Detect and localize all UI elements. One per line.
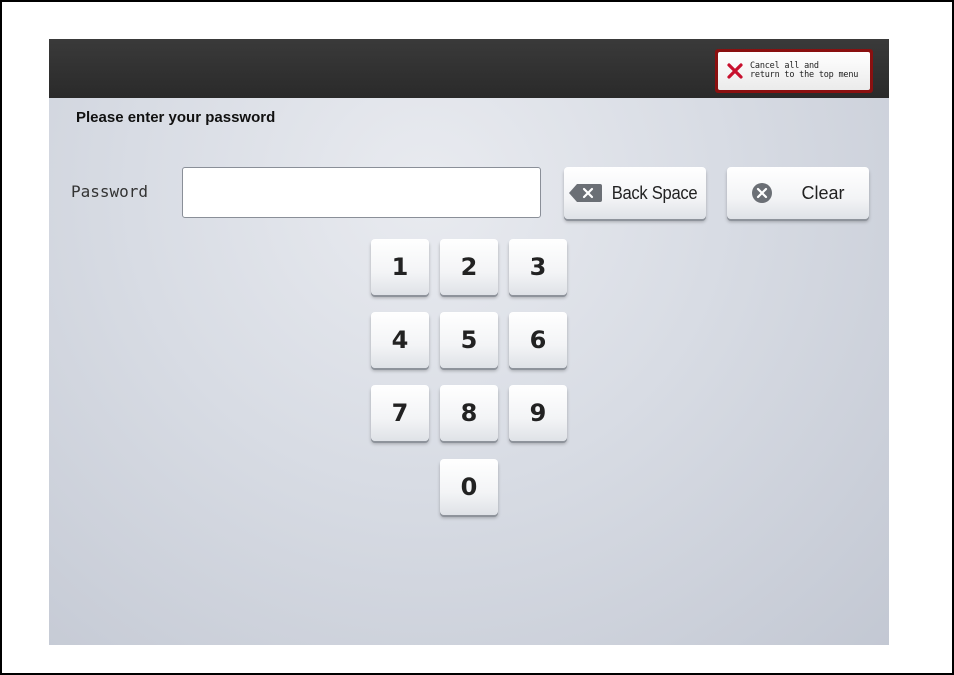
clear-label: Clear (801, 182, 845, 203)
clear-circle-x-icon (752, 183, 773, 203)
keypad-key-8[interactable]: 8 (440, 385, 498, 441)
keypad-key-5[interactable]: 5 (440, 312, 498, 368)
keypad-key-3[interactable]: 3 (509, 239, 567, 295)
clear-button[interactable]: Clear (727, 167, 869, 219)
keypad-key-4[interactable]: 4 (371, 312, 429, 368)
password-label: Password (71, 182, 149, 201)
backspace-button[interactable]: Back Space (564, 167, 706, 219)
keypad-key-1[interactable]: 1 (371, 239, 429, 295)
cancel-all-label: Cancel all and return to the top menu (750, 61, 859, 80)
password-screen: Cancel all and return to the top menu Pl… (49, 39, 889, 645)
keypad-key-0[interactable]: 0 (440, 459, 498, 515)
backspace-label: Back Space (611, 182, 698, 203)
top-bar: Cancel all and return to the top menu (49, 39, 889, 98)
password-input[interactable] (182, 167, 541, 218)
close-x-icon (727, 63, 743, 79)
page-title: Please enter your password (76, 109, 276, 126)
keypad-key-6[interactable]: 6 (509, 312, 567, 368)
keypad-key-2[interactable]: 2 (440, 239, 498, 295)
cancel-all-button-face: Cancel all and return to the top menu (718, 52, 870, 90)
backspace-icon (568, 184, 602, 202)
cancel-all-button[interactable]: Cancel all and return to the top menu (715, 49, 873, 93)
keypad-key-7[interactable]: 7 (371, 385, 429, 441)
keypad-key-9[interactable]: 9 (509, 385, 567, 441)
